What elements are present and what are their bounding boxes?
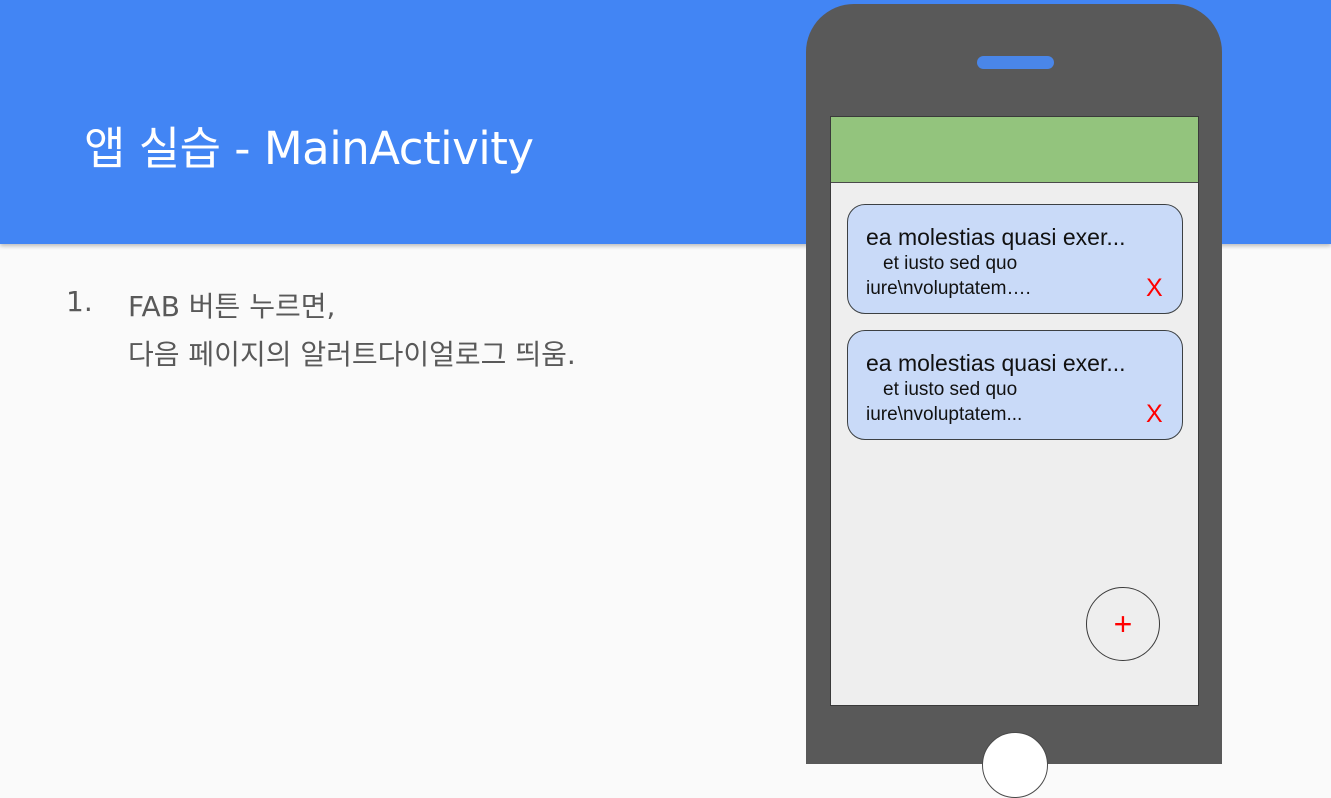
item-subtitle: et iusto sed quo [883,253,1018,274]
step-text-line-2: 다음 페이지의 알러트다이얼로그 띄움. [128,338,576,371]
slide-title: 앱 실습 - MainActivity [84,122,534,175]
phone-home-button [982,732,1048,798]
list-item[interactable]: ea molestias quasi exer... et iusto sed … [847,204,1183,314]
add-fab-button[interactable]: + [1086,587,1160,661]
item-title: ea molestias quasi exer... [866,224,1126,250]
delete-button[interactable]: X [1146,276,1163,301]
step-number: 1. [66,285,93,318]
plus-icon: + [1113,606,1133,642]
delete-button[interactable]: X [1146,402,1163,427]
phone-speaker [977,56,1054,69]
app-bar [831,117,1198,183]
item-subtitle: et iusto sed quo [883,379,1018,400]
item-body: iure\nvoluptatem... [866,404,1023,425]
item-title: ea molestias quasi exer... [866,350,1126,376]
item-body: iure\nvoluptatem…. [866,278,1031,299]
list-item[interactable]: ea molestias quasi exer... et iusto sed … [847,330,1183,440]
step-text-line-1: FAB 버튼 누르면, [128,290,336,323]
